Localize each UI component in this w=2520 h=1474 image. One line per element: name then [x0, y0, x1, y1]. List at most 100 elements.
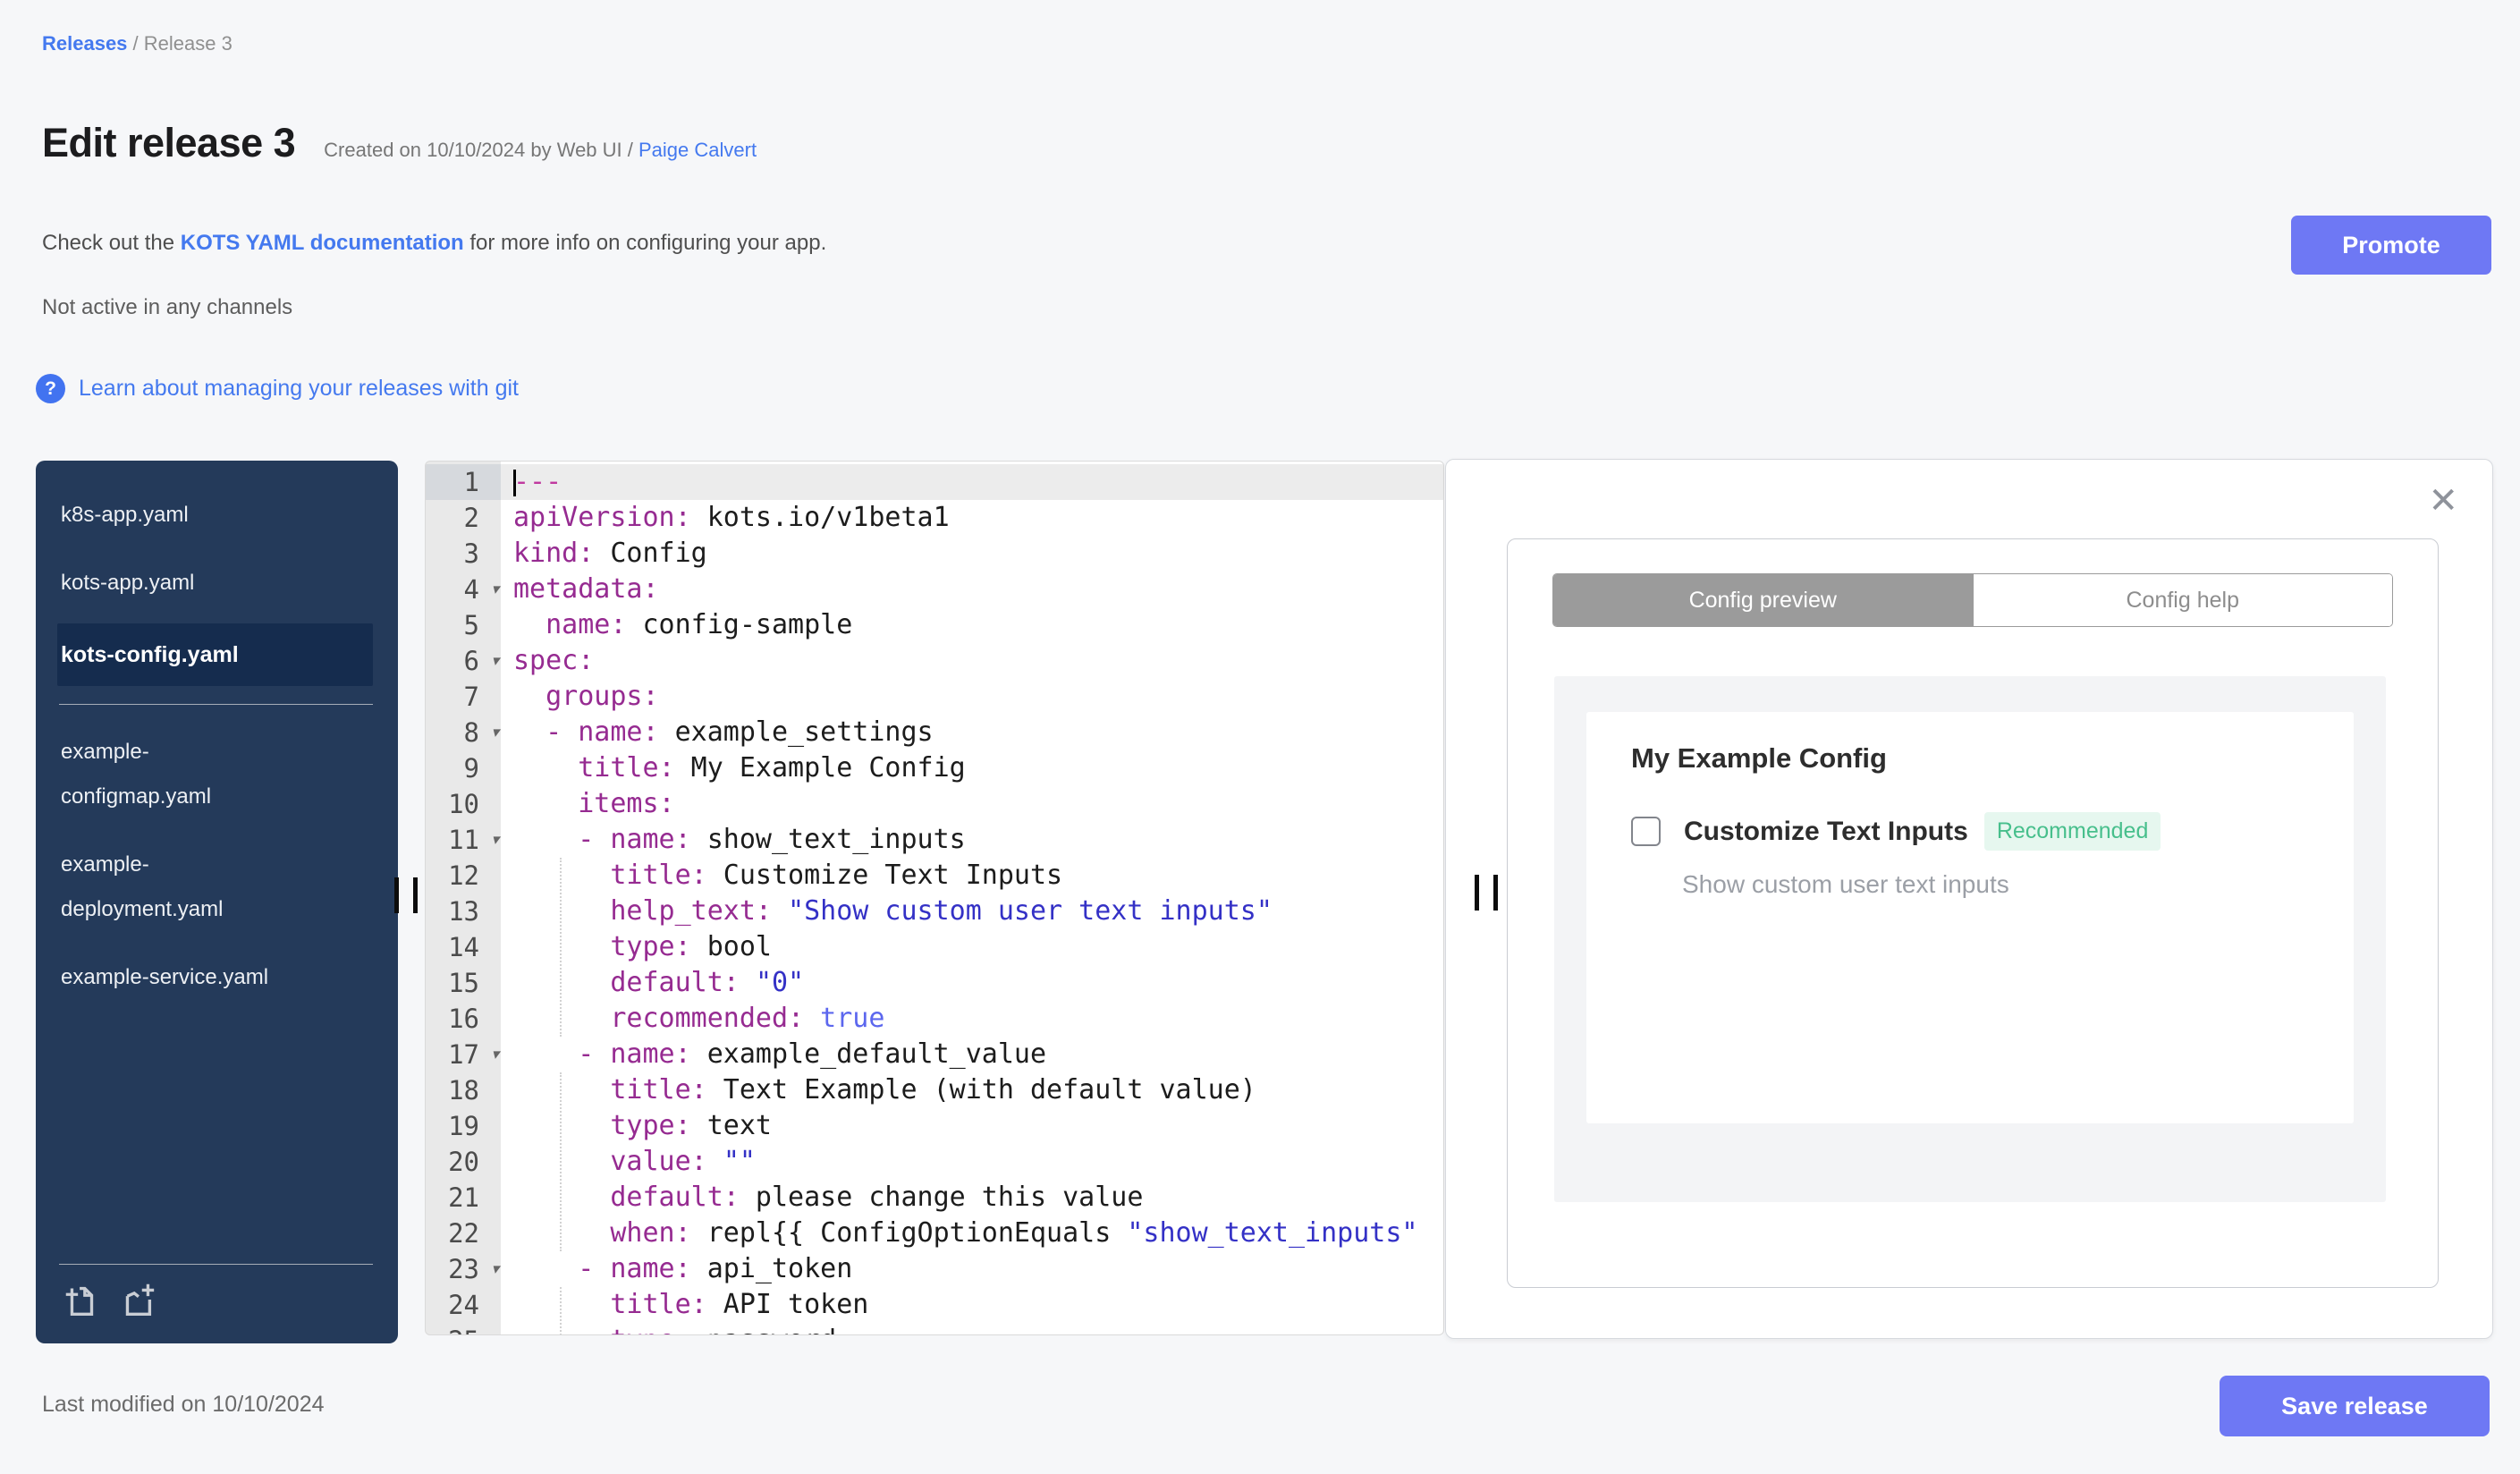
line-number: 18	[448, 1075, 479, 1106]
code-line[interactable]: 15 default: "0"	[426, 965, 1443, 1001]
sidebar-file-example-service.yaml[interactable]: example-service.yaml	[61, 955, 289, 1000]
sidebar-resize-handle[interactable]	[394, 877, 418, 913]
line-number: 5	[463, 610, 479, 640]
code-line[interactable]: 8 ▾ - name: example_settings	[426, 715, 1443, 750]
sidebar-file-example-configmap.yaml[interactable]: example-configmap.yaml	[61, 730, 289, 819]
sidebar-file-kots-app.yaml[interactable]: kots-app.yaml	[61, 561, 289, 606]
line-number: 22	[448, 1218, 479, 1249]
config-item-title: Customize Text Inputs	[1684, 816, 1968, 846]
fold-arrow-icon[interactable]: ▾	[491, 643, 499, 679]
line-number: 11 ▾	[426, 822, 501, 858]
indent-guide	[560, 1287, 562, 1334]
line-number: 8 ▾	[426, 715, 501, 750]
code-line[interactable]: 16 recommended: true	[426, 1001, 1443, 1037]
kots-yaml-doc-link[interactable]: KOTS YAML documentation	[181, 231, 464, 255]
fold-arrow-icon[interactable]: ▾	[491, 1251, 499, 1287]
code-lines: 1 --- 2 apiVersion: kots.io/v1beta1 3 kind: C…	[426, 462, 1443, 1334]
fold-arrow-icon[interactable]: ▾	[491, 1037, 499, 1072]
code-line[interactable]: 6 ▾ spec:	[426, 643, 1443, 679]
line-number: 6 ▾	[426, 643, 501, 679]
code-line[interactable]: 10 items:	[426, 786, 1443, 822]
sidebar-bottom-divider	[59, 1264, 373, 1265]
line-number: 7	[463, 682, 479, 712]
sidebar-file-k8s-app.yaml[interactable]: k8s-app.yaml	[61, 493, 289, 538]
code-line[interactable]: 12 title: Customize Text Inputs	[426, 858, 1443, 894]
line-number: 13	[448, 896, 479, 927]
add-folder-icon[interactable]	[116, 1279, 157, 1320]
line-number: 14	[448, 932, 479, 962]
code-line[interactable]: 11 ▾ - name: show_text_inputs	[426, 822, 1443, 858]
config-preview-card: My Example Config Customize Text Inputs …	[1586, 712, 2354, 1123]
author-link[interactable]: Paige Calvert	[638, 139, 757, 161]
code-line[interactable]: 4 ▾ metadata:	[426, 572, 1443, 607]
line-number: 4 ▾	[426, 572, 501, 607]
code-line[interactable]: 14 type: bool	[426, 929, 1443, 965]
git-releases-link[interactable]: Learn about managing your releases with …	[79, 376, 519, 402]
breadcrumb: Releases / Release 3	[42, 32, 233, 55]
promote-button[interactable]: Promote	[2291, 216, 2491, 275]
line-number: 9	[463, 753, 479, 784]
file-list-bottom: example-configmap.yaml example-deployment…	[61, 730, 373, 1023]
line-number: 24	[448, 1290, 479, 1320]
sidebar-file-kots-config.yaml[interactable]: kots-config.yaml	[57, 623, 373, 686]
line-number: 10	[448, 789, 479, 819]
line-number: 20	[448, 1147, 479, 1177]
code-line[interactable]: 24 title: API token	[426, 1287, 1443, 1323]
preview-area: My Example Config Customize Text Inputs …	[1554, 676, 2386, 1202]
doc-line: Check out the KOTS YAML documentation fo…	[42, 231, 827, 255]
indent-guide	[560, 1072, 562, 1251]
line-number: 12	[448, 860, 479, 891]
code-line[interactable]: 22 when: repl{{ ConfigOptionEquals "show…	[426, 1216, 1443, 1251]
git-help-row: ? Learn about managing your releases wit…	[36, 374, 519, 403]
tab-config-help[interactable]: Config help	[1972, 574, 2392, 626]
code-line[interactable]: 21 default: please change this value	[426, 1180, 1443, 1216]
preview-inner-panel: Config preview Config help My Example Con…	[1507, 538, 2439, 1288]
sidebar-divider	[59, 704, 373, 705]
code-line[interactable]: 25 type: password	[426, 1323, 1443, 1334]
fold-arrow-icon[interactable]: ▾	[491, 822, 499, 858]
breadcrumb-current: Release 3	[143, 32, 233, 55]
code-line[interactable]: 3 kind: Config	[426, 536, 1443, 572]
config-group-title: My Example Config	[1631, 742, 1887, 774]
code-line[interactable]: 20 value: ""	[426, 1144, 1443, 1180]
line-number: 2	[463, 503, 479, 533]
code-line[interactable]: 17 ▾ - name: example_default_value	[426, 1037, 1443, 1072]
line-number: 15	[448, 968, 479, 998]
tab-config-preview[interactable]: Config preview	[1553, 574, 1973, 626]
last-modified: Last modified on 10/10/2024	[42, 1392, 325, 1417]
yaml-editor[interactable]: 1 --- 2 apiVersion: kots.io/v1beta1 3 kind: C…	[425, 461, 1444, 1335]
code-line[interactable]: 19 type: text	[426, 1108, 1443, 1144]
line-number: 21	[448, 1182, 479, 1213]
code-line[interactable]: 9 title: My Example Config	[426, 750, 1443, 786]
line-number: 23 ▾	[426, 1251, 501, 1287]
line-number: 19	[448, 1111, 479, 1141]
fold-arrow-icon[interactable]: ▾	[491, 715, 499, 750]
customize-text-inputs-checkbox[interactable]	[1631, 817, 1661, 846]
code-line[interactable]: 1 ---	[426, 464, 1443, 500]
close-icon[interactable]: ✕	[2428, 483, 2458, 519]
line-number: 1	[426, 464, 501, 500]
sidebar-file-example-deployment.yaml[interactable]: example-deployment.yaml	[61, 843, 289, 932]
code-line[interactable]: 7 groups:	[426, 679, 1443, 715]
save-release-button[interactable]: Save release	[2220, 1376, 2490, 1436]
text-cursor	[513, 470, 516, 496]
add-file-icon[interactable]	[61, 1279, 102, 1320]
created-info: Created on 10/10/2024 by Web UI / Paige …	[324, 139, 757, 161]
line-number: 16	[448, 1004, 479, 1034]
code-line[interactable]: 2 apiVersion: kots.io/v1beta1	[426, 500, 1443, 536]
config-preview-panel: ✕ Config preview Config help My Example C…	[1445, 459, 2493, 1339]
indent-guide	[560, 858, 562, 1037]
question-mark-icon: ?	[36, 374, 65, 403]
breadcrumb-separator: /	[127, 32, 144, 55]
code-line[interactable]: 23 ▾ - name: api_token	[426, 1251, 1443, 1287]
file-list-top: k8s-app.yaml kots-app.yaml kots-config.yam…	[57, 493, 373, 706]
editor-resize-handle[interactable]	[1475, 875, 1498, 911]
breadcrumb-releases-link[interactable]: Releases	[42, 32, 127, 55]
code-line[interactable]: 18 title: Text Example (with default val…	[426, 1072, 1443, 1108]
config-item-help: Show custom user text inputs	[1682, 870, 2009, 898]
code-line[interactable]: 5 name: config-sample	[426, 607, 1443, 643]
code-line[interactable]: 13 help_text: "Show custom user text inp…	[426, 894, 1443, 929]
file-sidebar: k8s-app.yaml kots-app.yaml kots-config.yam…	[36, 461, 398, 1343]
line-number: 25	[426, 1323, 501, 1334]
fold-arrow-icon[interactable]: ▾	[491, 572, 499, 607]
